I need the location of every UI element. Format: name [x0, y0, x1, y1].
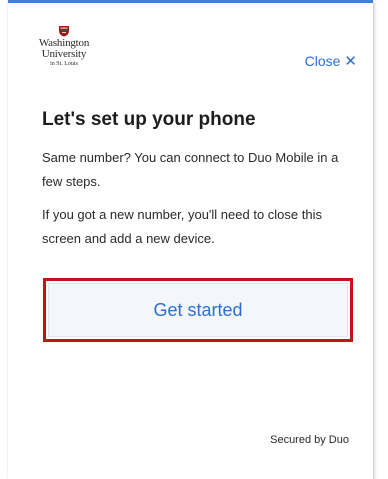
- crest-icon: [59, 26, 69, 37]
- university-logo: Washington University in St. Louis: [34, 25, 94, 81]
- close-icon: ✕: [344, 52, 357, 70]
- close-button[interactable]: Close ✕: [305, 53, 357, 69]
- duo-prompt-card: Washington University in St. Louis Close…: [8, 0, 373, 479]
- description-same-number: Same number? You can connect to Duo Mobi…: [42, 150, 339, 189]
- get-started-button[interactable]: Get started: [48, 283, 348, 337]
- stage: Washington University in St. Louis Close…: [0, 0, 388, 479]
- logo-text-line3: in St. Louis: [50, 61, 78, 67]
- secured-by-duo: Secured by Duo: [270, 434, 349, 446]
- page-title: Let's set up your phone: [42, 109, 256, 130]
- logo-text-line2: University: [41, 48, 87, 60]
- close-label: Close: [304, 53, 341, 69]
- card-shadow: [373, 3, 376, 479]
- description-new-number: If you got a new number, you'll need to …: [42, 207, 322, 246]
